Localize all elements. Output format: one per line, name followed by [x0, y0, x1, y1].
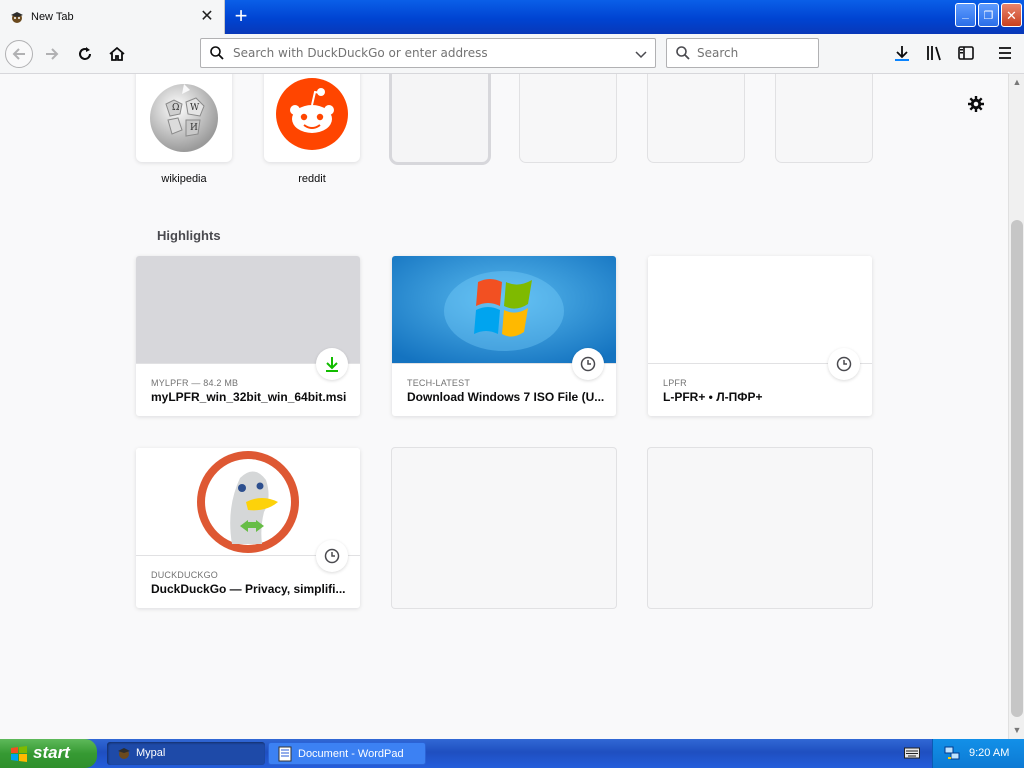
network-icon[interactable]	[944, 745, 960, 761]
search-bar[interactable]	[666, 38, 819, 68]
forward-button[interactable]	[38, 40, 66, 68]
reload-button[interactable]	[71, 40, 99, 68]
card-source: LPFR	[663, 378, 687, 388]
clock: 9:20 AM	[969, 747, 1010, 759]
maximize-button[interactable]: ❐	[978, 3, 999, 27]
menu-icon	[999, 47, 1011, 59]
highlight-card[interactable]: DUCKDUCKGO DuckDuckGo — Privacy, simplif…	[136, 448, 360, 608]
top-site-empty[interactable]	[648, 74, 744, 162]
svg-text:W: W	[190, 103, 200, 113]
clock-icon	[836, 356, 852, 372]
card-title: Download Windows 7 ISO File (U...	[407, 390, 605, 404]
card-title: DuckDuckGo — Privacy, simplifi...	[151, 582, 346, 596]
scroll-down-icon[interactable]: ▼	[1011, 724, 1023, 736]
vertical-scrollbar[interactable]: ▲ ▼	[1008, 74, 1024, 739]
download-icon	[326, 357, 338, 372]
start-button[interactable]: start	[0, 739, 97, 768]
minimize-button[interactable]: _	[955, 3, 976, 27]
card-badge	[572, 348, 604, 380]
search-input[interactable]	[697, 46, 812, 60]
tab-title: New Tab	[31, 11, 74, 23]
taskbar: start Mypal Document - WordPad 9:20 AM	[0, 739, 1024, 768]
top-site-label: wikipedia	[161, 173, 207, 185]
windows-flag-icon	[11, 746, 27, 762]
maximize-icon: ❐	[983, 10, 994, 22]
scroll-up-icon[interactable]: ▲	[1011, 76, 1023, 88]
tab-new-tab[interactable]: New Tab ✕	[0, 0, 225, 34]
taskbar-item-label: Document - WordPad	[298, 748, 404, 760]
minimize-icon: _	[962, 6, 969, 20]
reddit-logo-icon	[276, 78, 348, 150]
menu-button[interactable]	[996, 44, 1014, 62]
taskbar-item-label: Mypal	[136, 747, 166, 759]
back-button[interactable]	[5, 40, 33, 68]
search-icon	[676, 46, 690, 60]
scroll-thumb[interactable]	[1011, 220, 1023, 717]
svg-text:Ω: Ω	[172, 103, 179, 113]
card-badge	[828, 348, 860, 380]
new-tab-page: Ω W И wikipedia reddit Highlights MYLPFR…	[0, 74, 1008, 739]
card-title: L-PFR+ • Л-ПФР+	[663, 390, 763, 404]
clock-icon	[580, 356, 596, 372]
svg-text:И: И	[190, 123, 198, 133]
downloads-icon	[895, 46, 909, 61]
keyboard-icon[interactable]	[904, 746, 920, 760]
tab-close-icon[interactable]: ✕	[199, 9, 215, 25]
reload-icon	[79, 47, 91, 60]
back-icon	[12, 48, 25, 60]
sidebar-icon	[958, 46, 974, 60]
mypal-icon	[118, 748, 130, 759]
settings-button[interactable]	[966, 94, 986, 114]
navigation-toolbar	[0, 34, 1024, 74]
top-site-empty[interactable]	[520, 74, 616, 162]
card-title: myLPFR_win_32bit_win_64bit.msi	[151, 390, 347, 404]
search-icon	[210, 46, 224, 60]
tab-strip: New Tab ✕ + _ ❐ ✕	[0, 0, 1024, 34]
wikipedia-logo-icon: Ω W И	[150, 84, 218, 152]
highlight-card[interactable]: TECH-LATEST Download Windows 7 ISO File …	[392, 256, 616, 416]
card-source: TECH-LATEST	[407, 378, 471, 388]
mypal-favicon-icon	[11, 12, 23, 23]
downloads-button[interactable]	[893, 44, 911, 62]
wordpad-icon	[278, 746, 292, 762]
highlight-card-empty	[648, 448, 872, 608]
highlight-card-empty	[392, 448, 616, 608]
card-badge	[316, 540, 348, 572]
system-tray: 9:20 AM	[932, 739, 1024, 768]
url-input[interactable]	[233, 46, 628, 60]
card-source: DUCKDUCKGO	[151, 570, 219, 580]
taskbar-item-mypal[interactable]: Mypal	[107, 742, 265, 765]
url-bar[interactable]	[200, 38, 656, 68]
highlight-card[interactable]: MYLPFR — 84.2 MB myLPFR_win_32bit_win_64…	[136, 256, 360, 416]
start-label: start	[33, 743, 70, 762]
forward-icon	[46, 48, 59, 60]
taskbar-item-wordpad[interactable]: Document - WordPad	[268, 742, 426, 765]
new-tab-button[interactable]: +	[230, 5, 252, 27]
home-button[interactable]	[103, 40, 131, 68]
top-site-reddit[interactable]	[264, 74, 360, 162]
card-badge	[316, 348, 348, 380]
close-icon: ✕	[1006, 8, 1017, 23]
home-icon	[109, 46, 125, 61]
highlight-card[interactable]: LPFR L-PFR+ • Л-ПФР+	[648, 256, 872, 416]
top-site-empty[interactable]	[392, 74, 488, 162]
clock-icon	[324, 548, 340, 564]
top-site-wikipedia[interactable]: Ω W И	[136, 74, 232, 162]
library-button[interactable]	[925, 44, 943, 62]
card-source: MYLPFR — 84.2 MB	[151, 378, 239, 388]
top-site-label: reddit	[298, 173, 326, 185]
highlights-title: Highlights	[157, 228, 221, 243]
close-window-button[interactable]: ✕	[1001, 3, 1022, 27]
library-icon	[927, 46, 941, 61]
chevron-down-icon[interactable]	[633, 46, 649, 62]
gear-icon	[968, 96, 984, 112]
sidebar-button[interactable]	[957, 44, 975, 62]
top-site-empty[interactable]	[776, 74, 872, 162]
